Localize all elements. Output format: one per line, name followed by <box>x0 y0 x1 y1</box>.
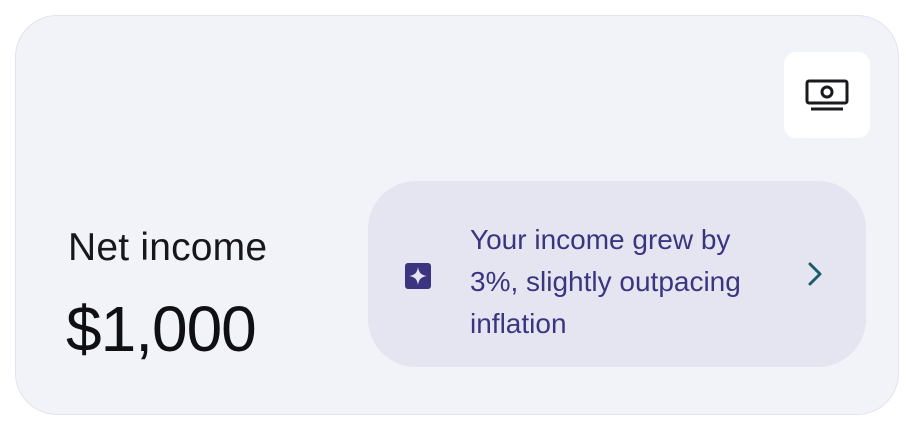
sparkle-icon <box>405 263 431 289</box>
money-icon-button[interactable] <box>784 52 870 138</box>
insight-text: Your income grew by 3%, slightly outpaci… <box>470 224 741 339</box>
card-title: Net income <box>68 226 268 269</box>
net-income-card: Net income $1,000 Your income grew by 3%… <box>15 15 899 415</box>
chevron-right-icon <box>808 262 822 286</box>
money-bill-icon <box>805 79 849 111</box>
income-insight[interactable]: Your income grew by 3%, slightly outpaci… <box>368 181 866 367</box>
net-income-amount: $1,000 <box>66 293 257 365</box>
